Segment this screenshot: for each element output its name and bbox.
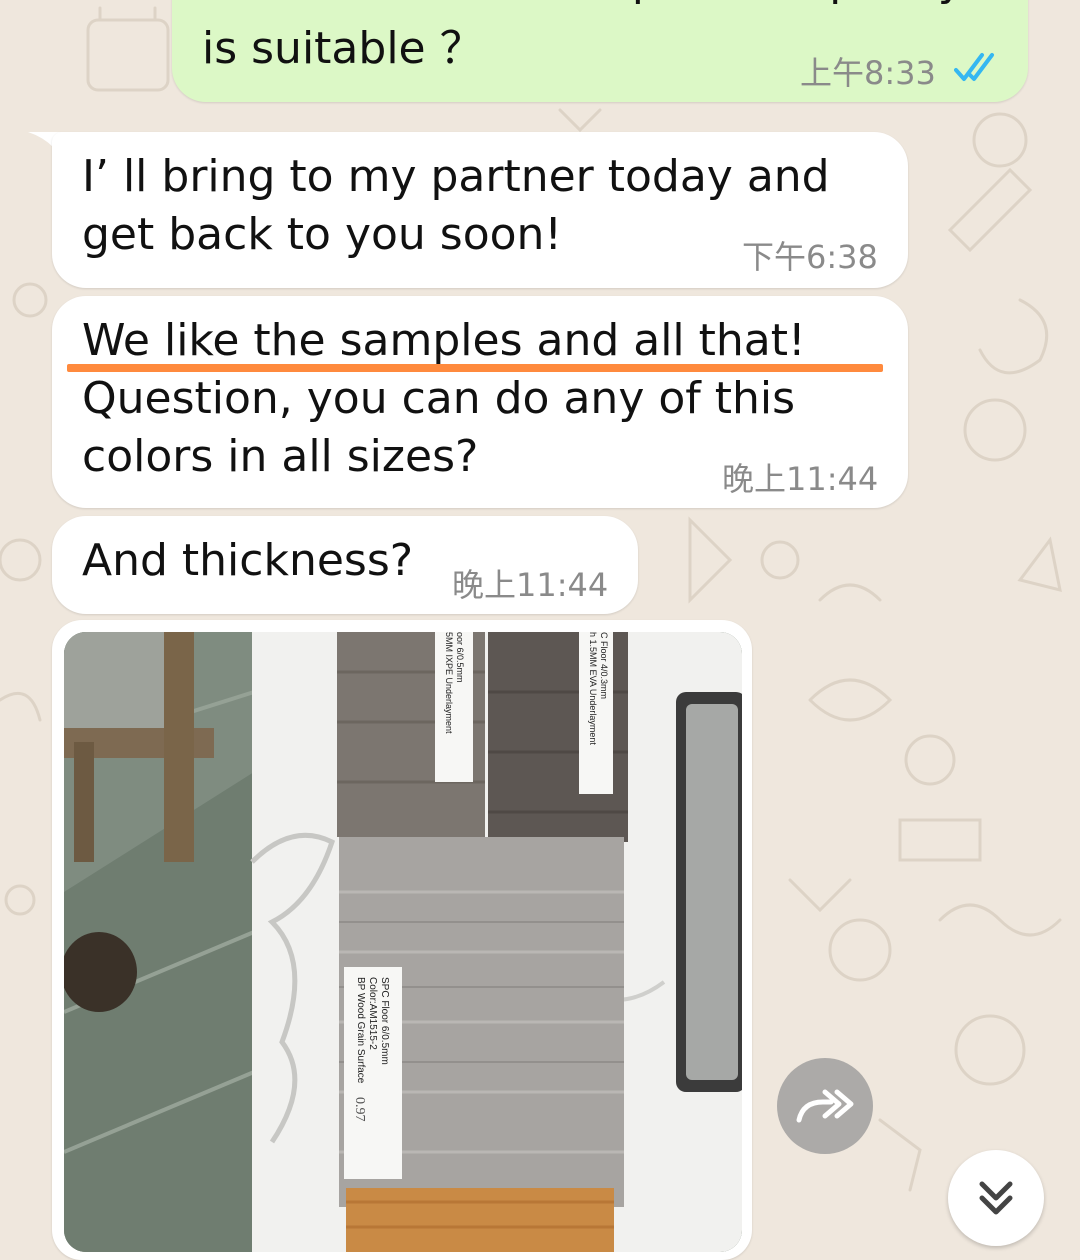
image-message-bubble[interactable]: SPC Floor 6/0.5mm Color:AM1515-2 BP Wood… [52,620,752,1260]
message-text: And thickness? [82,535,414,586]
sample-label-line: SPC Floor 6/0.5mm [379,977,390,1065]
message-time: 上午8:33 [800,54,936,92]
message-photo[interactable]: SPC Floor 6/0.5mm Color:AM1515-2 BP Wood… [64,632,742,1252]
message-bubble-incoming[interactable]: And thickness? 晚上11:44 [52,516,638,614]
forward-button[interactable] [777,1058,873,1154]
message-time: 晚上11:44 [452,566,609,604]
sample-label-line: h 1.5MM EVA Underlayment [588,632,598,745]
message-text-highlighted: We like the samples and all that! [82,315,806,366]
sample-label-line: oor 6/0.5mm [455,632,465,683]
message-time: 晚上11:44 [722,460,879,498]
sample-label-line: C Floor 4/0.3mm [599,632,609,699]
message-text: is suitable ？ [202,23,484,74]
sample-label-handwriting: 0.97 [352,1097,367,1122]
flooring-samples-photo: SPC Floor 6/0.5mm Color:AM1515-2 BP Wood… [64,632,742,1252]
scroll-to-bottom-button[interactable] [948,1150,1044,1246]
message-text: Question, you can do any of this colors … [82,373,796,482]
read-receipt-icon [954,53,994,81]
message-text: I’ ll bring to my partner today and get … [82,151,830,260]
message-bubble-incoming[interactable]: We like the samples and all that! Questi… [52,296,908,508]
sample-label-line: Color:AM1515-2 [367,977,378,1050]
message-time: 下午6:38 [742,238,878,276]
sample-label-line: 5MM IXPE Underlayment [444,632,454,734]
double-chevron-down-icon [979,1181,1013,1215]
message-text-partial: How about the sample, the quality [202,0,964,10]
message-bubble-incoming[interactable]: I’ ll bring to my partner today and get … [52,132,908,288]
forward-icon [796,1089,854,1123]
message-bubble-outgoing[interactable]: How about the sample, the quality is sui… [172,0,1028,102]
sample-label-line: BP Wood Grain Surface [355,977,366,1084]
